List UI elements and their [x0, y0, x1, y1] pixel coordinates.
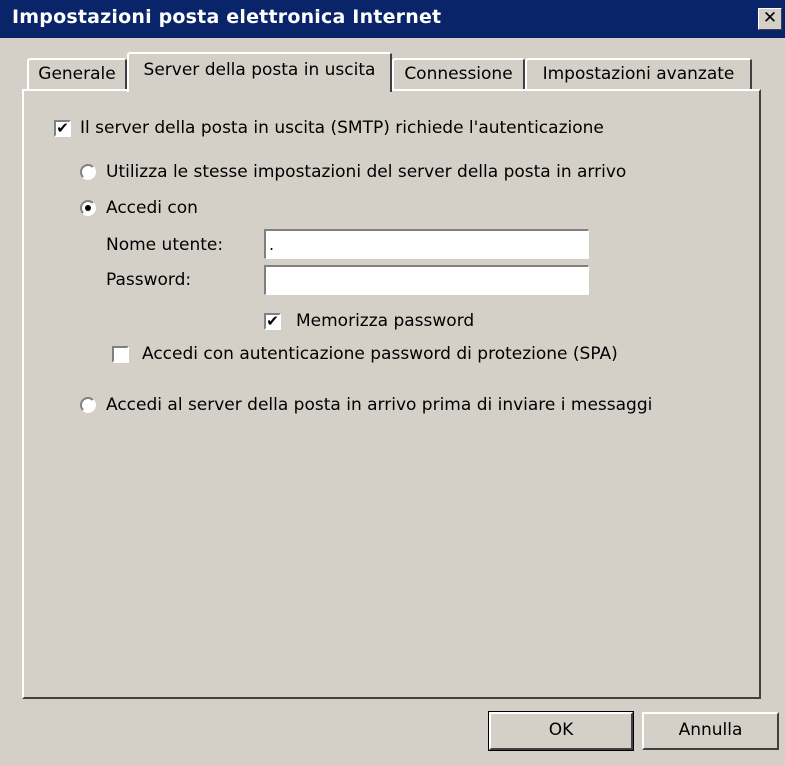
smtp-auth-checkbox[interactable]: ✔ [54, 120, 71, 137]
tab-server-posta-uscita[interactable]: Server della posta in uscita [127, 52, 392, 92]
same-settings-label: Utilizza le stesse impostazioni del serv… [106, 162, 627, 182]
username-field[interactable] [264, 229, 589, 259]
tab-label: Server della posta in uscita [143, 60, 376, 80]
cancel-button-label: Annulla [678, 720, 743, 740]
spa-checkbox[interactable] [112, 346, 129, 363]
login-with-radio[interactable] [80, 200, 96, 216]
login-before-send-label: Accedi al server della posta in arrivo p… [106, 395, 653, 415]
close-button[interactable]: ✕ [758, 8, 782, 30]
check-icon: ✔ [266, 312, 279, 330]
title-bar[interactable]: Impostazioni posta elettronica Internet … [0, 0, 785, 38]
spa-label: Accedi con autenticazione password di pr… [142, 344, 618, 364]
ok-button[interactable]: OK [488, 711, 634, 751]
remember-password-checkbox[interactable]: ✔ [264, 313, 281, 330]
ok-button-label: OK [548, 720, 574, 740]
tab-label: Impostazioni avanzate [542, 64, 735, 84]
same-settings-radio[interactable] [80, 164, 96, 180]
tab-impostazioni-avanzate[interactable]: Impostazioni avanzate [525, 58, 752, 90]
password-field[interactable] [264, 265, 589, 295]
check-icon: ✔ [56, 119, 69, 137]
cancel-button[interactable]: Annulla [642, 712, 779, 750]
radio-selected-dot [85, 205, 91, 211]
remember-password-label: Memorizza password [296, 311, 475, 331]
tab-label: Generale [38, 64, 116, 84]
username-label: Nome utente: [106, 235, 224, 255]
login-before-send-radio[interactable] [80, 397, 96, 413]
login-with-label: Accedi con [106, 198, 198, 218]
settings-dialog: Impostazioni posta elettronica Internet … [0, 0, 785, 765]
tab-connessione[interactable]: Connessione [392, 58, 525, 90]
password-label: Password: [106, 270, 192, 290]
tab-generale[interactable]: Generale [27, 58, 127, 90]
window-title: Impostazioni posta elettronica Internet [12, 6, 442, 28]
tab-label: Connessione [404, 64, 513, 84]
close-icon: ✕ [762, 8, 778, 28]
smtp-auth-label: Il server della posta in uscita (SMTP) r… [80, 118, 604, 138]
